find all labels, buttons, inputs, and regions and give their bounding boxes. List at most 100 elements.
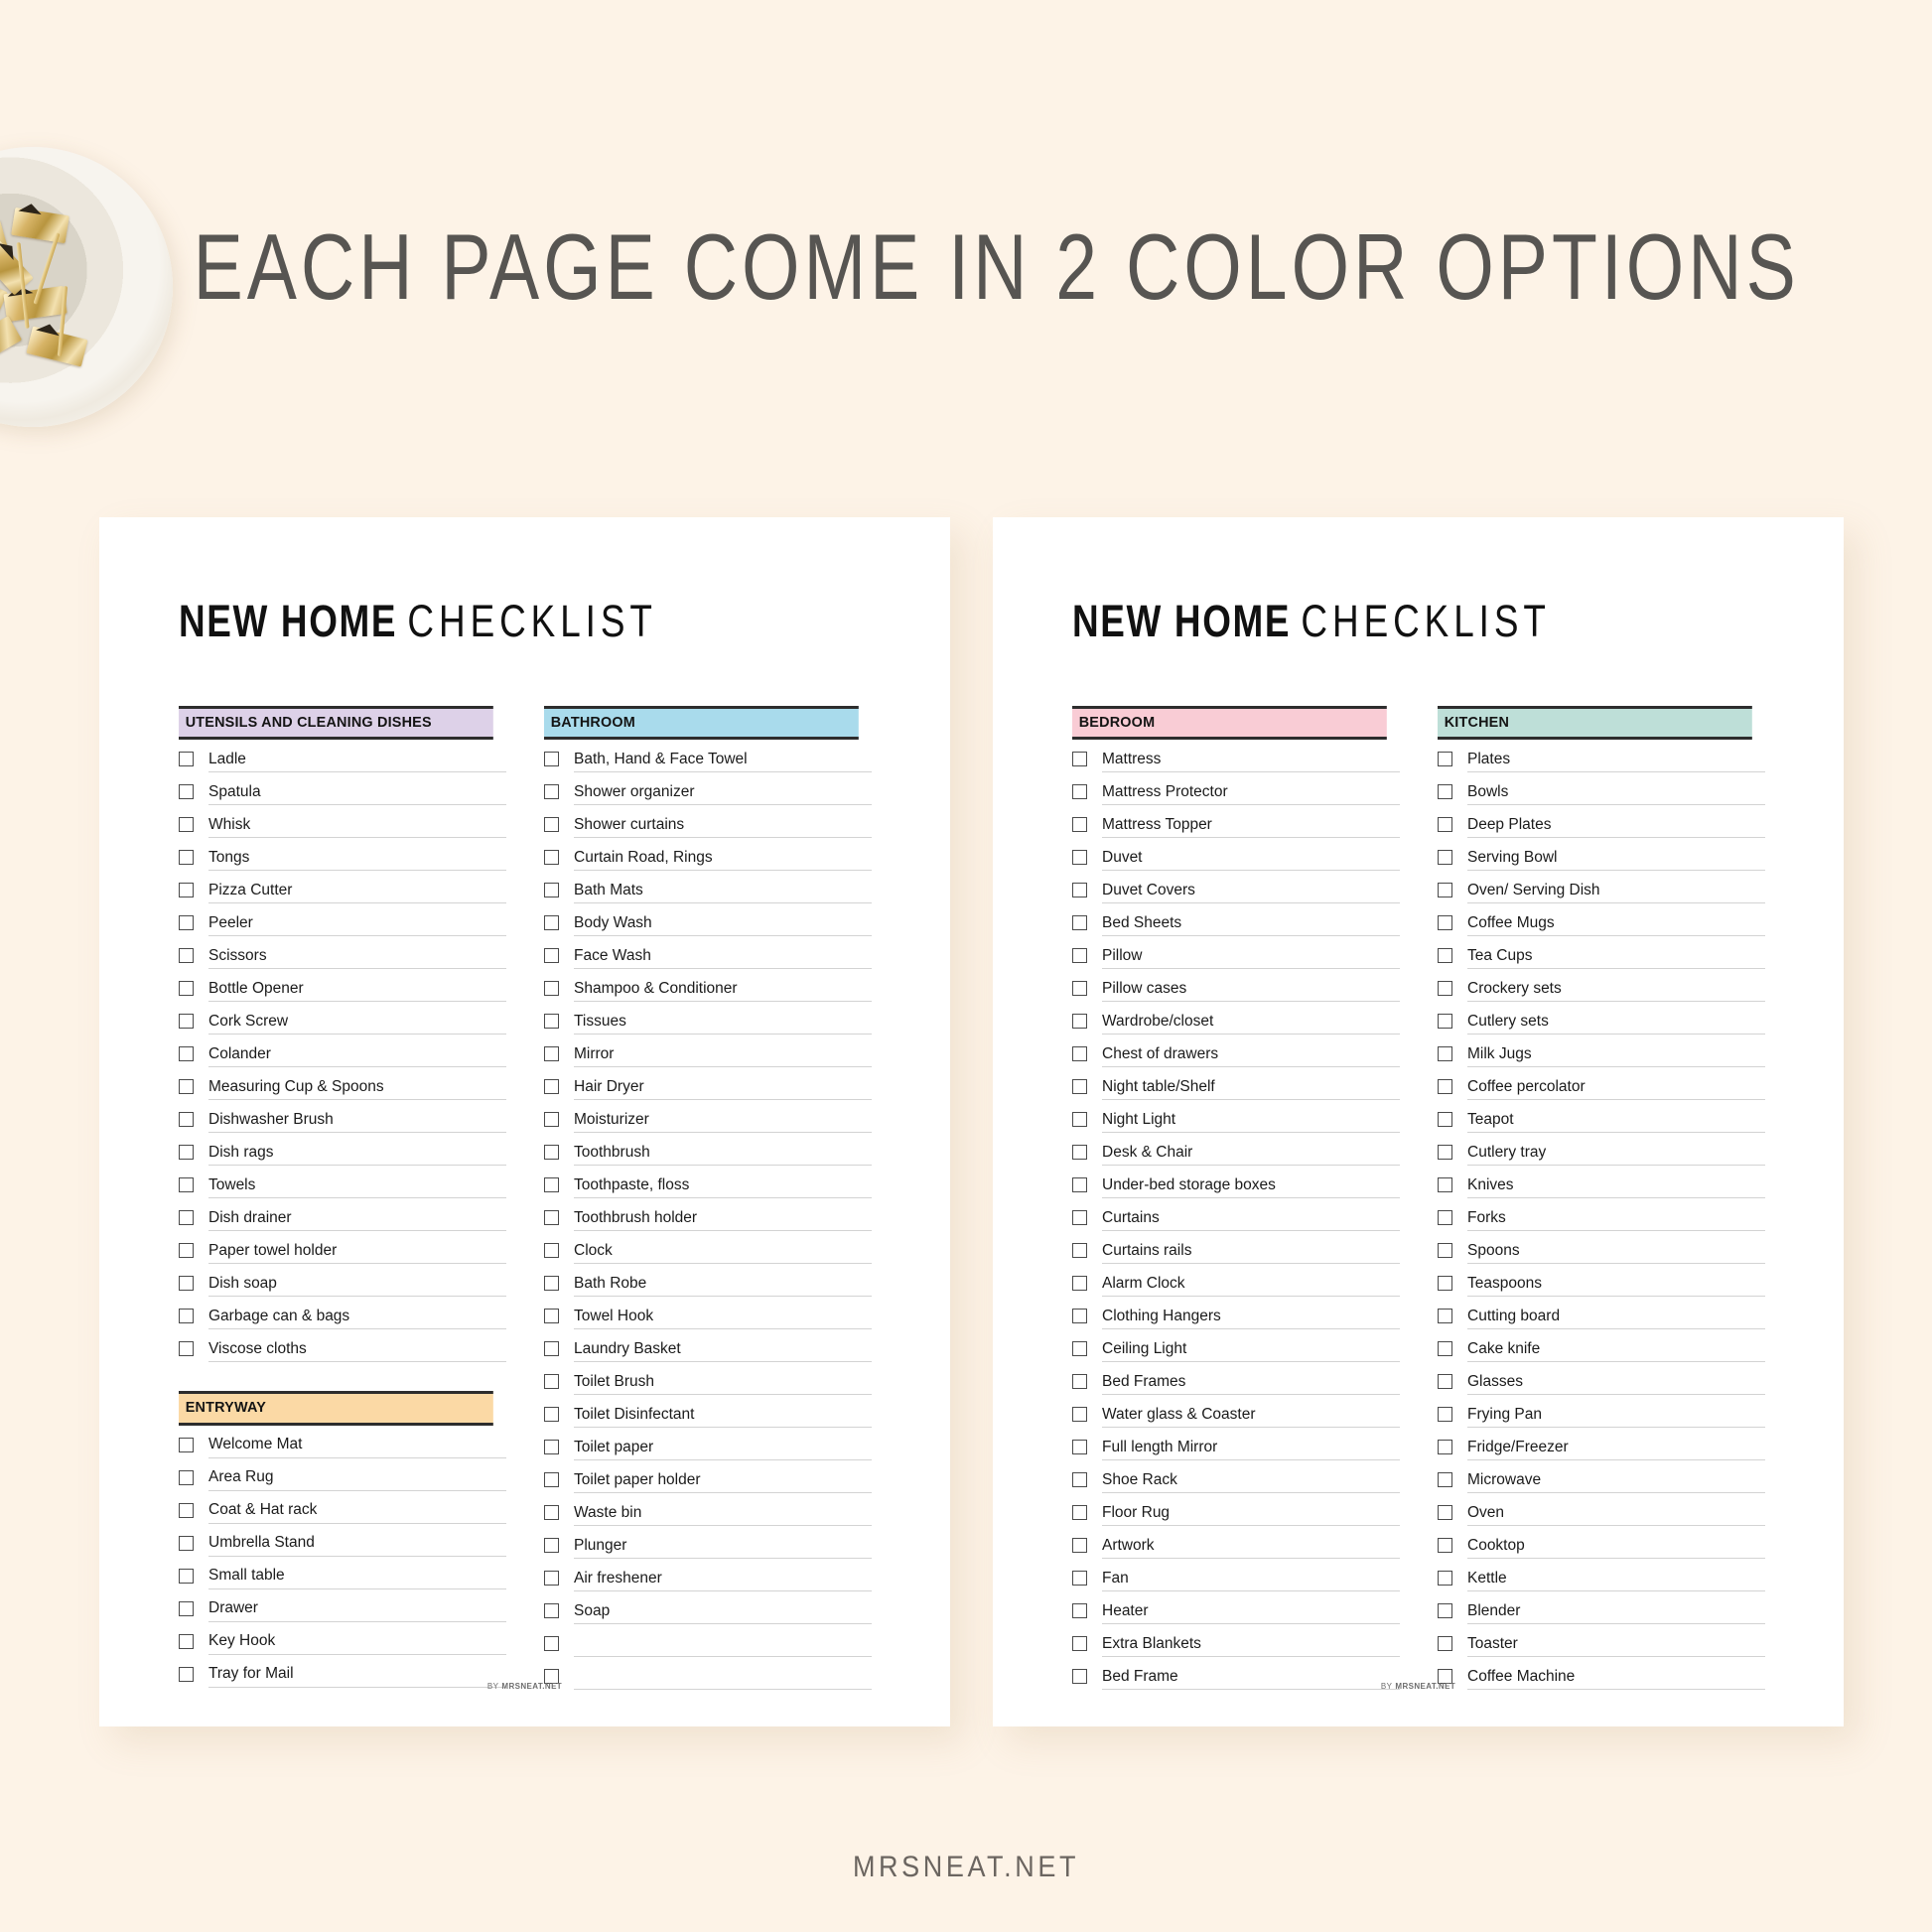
checkbox-icon[interactable]: [544, 1046, 559, 1062]
checkbox-icon[interactable]: [544, 1571, 559, 1587]
checkbox-icon[interactable]: [544, 1014, 559, 1030]
checkbox-icon[interactable]: [544, 1407, 559, 1423]
checklist-row[interactable]: Chest of drawers: [1072, 1035, 1400, 1068]
checklist-row[interactable]: Full length Mirror: [1072, 1428, 1400, 1461]
checklist-row[interactable]: Toothpaste, floss: [544, 1166, 872, 1199]
checklist-row[interactable]: Whisk: [179, 805, 506, 839]
checkbox-icon[interactable]: [179, 1112, 194, 1128]
checkbox-icon[interactable]: [544, 1472, 559, 1488]
checklist-row[interactable]: Extra Blankets: [1072, 1624, 1400, 1658]
checkbox-icon[interactable]: [179, 1633, 194, 1649]
checklist-row[interactable]: Wardrobe/closet: [1072, 1002, 1400, 1035]
checklist-row[interactable]: Soap: [544, 1591, 872, 1625]
checkbox-icon[interactable]: [1072, 1309, 1087, 1324]
checklist-row[interactable]: Moisturizer: [544, 1100, 872, 1134]
checklist-row[interactable]: Towels: [179, 1166, 506, 1199]
checkbox-icon[interactable]: [179, 1309, 194, 1324]
checklist-row[interactable]: Air freshener: [544, 1559, 872, 1592]
checkbox-icon[interactable]: [179, 1145, 194, 1161]
checkbox-icon[interactable]: [1072, 1079, 1087, 1095]
checklist-row[interactable]: Toothbrush holder: [544, 1198, 872, 1232]
checkbox-icon[interactable]: [1438, 752, 1452, 767]
checkbox-icon[interactable]: [1072, 1407, 1087, 1423]
checkbox-icon[interactable]: [544, 752, 559, 767]
checklist-row[interactable]: Dish rags: [179, 1133, 506, 1167]
checkbox-icon[interactable]: [544, 1603, 559, 1619]
checklist-row[interactable]: Tissues: [544, 1002, 872, 1035]
checklist-row[interactable]: [544, 1624, 872, 1658]
checkbox-icon[interactable]: [1438, 784, 1452, 800]
checklist-row[interactable]: Serving Bowl: [1438, 838, 1765, 872]
checkbox-icon[interactable]: [179, 1243, 194, 1259]
checklist-row[interactable]: Bath Mats: [544, 871, 872, 904]
checklist-row[interactable]: Mattress: [1072, 740, 1400, 773]
checkbox-icon[interactable]: [1438, 1538, 1452, 1554]
checklist-row[interactable]: Frying Pan: [1438, 1395, 1765, 1429]
checklist-row[interactable]: Peeler: [179, 903, 506, 937]
checklist-row[interactable]: Area Rug: [179, 1458, 506, 1491]
checkbox-icon[interactable]: [1438, 1636, 1452, 1652]
checklist-row[interactable]: Cork Screw: [179, 1002, 506, 1035]
checklist-row[interactable]: Coffee Mugs: [1438, 903, 1765, 937]
checklist-row[interactable]: Plunger: [544, 1526, 872, 1560]
checklist-row[interactable]: Scissors: [179, 936, 506, 970]
checkbox-icon[interactable]: [179, 883, 194, 898]
checklist-row[interactable]: Clothing Hangers: [1072, 1297, 1400, 1330]
checkbox-icon[interactable]: [1072, 1636, 1087, 1652]
checklist-row[interactable]: Ladle: [179, 740, 506, 773]
checklist-row[interactable]: Pillow: [1072, 936, 1400, 970]
checklist-row[interactable]: Desk & Chair: [1072, 1133, 1400, 1167]
checkbox-icon[interactable]: [544, 948, 559, 964]
checklist-row[interactable]: Curtains: [1072, 1198, 1400, 1232]
checkbox-icon[interactable]: [544, 850, 559, 866]
checkbox-icon[interactable]: [544, 1210, 559, 1226]
checklist-row[interactable]: Shower organizer: [544, 772, 872, 806]
checklist-row[interactable]: Bottle Opener: [179, 969, 506, 1003]
checkbox-icon[interactable]: [179, 1014, 194, 1030]
checklist-row[interactable]: Spoons: [1438, 1231, 1765, 1265]
checklist-row[interactable]: Knives: [1438, 1166, 1765, 1199]
checkbox-icon[interactable]: [1072, 1505, 1087, 1521]
checklist-row[interactable]: Forks: [1438, 1198, 1765, 1232]
checkbox-icon[interactable]: [1072, 1374, 1087, 1390]
checkbox-icon[interactable]: [1438, 1079, 1452, 1095]
checklist-row[interactable]: Tea Cups: [1438, 936, 1765, 970]
checklist-row[interactable]: Cooktop: [1438, 1526, 1765, 1560]
checklist-row[interactable]: Small table: [179, 1557, 506, 1589]
checkbox-icon[interactable]: [1072, 1276, 1087, 1292]
checkbox-icon[interactable]: [544, 1341, 559, 1357]
checklist-row[interactable]: Colander: [179, 1035, 506, 1068]
checkbox-icon[interactable]: [1072, 1112, 1087, 1128]
checkbox-icon[interactable]: [544, 1636, 559, 1652]
checklist-row[interactable]: Kettle: [1438, 1559, 1765, 1592]
checklist-row[interactable]: Bed Sheets: [1072, 903, 1400, 937]
checklist-row[interactable]: Shower curtains: [544, 805, 872, 839]
checklist-row[interactable]: Water glass & Coaster: [1072, 1395, 1400, 1429]
checklist-row[interactable]: Oven/ Serving Dish: [1438, 871, 1765, 904]
checkbox-icon[interactable]: [1072, 981, 1087, 997]
checkbox-icon[interactable]: [1438, 1112, 1452, 1128]
checkbox-icon[interactable]: [1438, 915, 1452, 931]
checklist-row[interactable]: Night table/Shelf: [1072, 1067, 1400, 1101]
checklist-row[interactable]: Toilet paper: [544, 1428, 872, 1461]
checkbox-icon[interactable]: [1072, 1603, 1087, 1619]
checkbox-icon[interactable]: [544, 1243, 559, 1259]
checklist-row[interactable]: Garbage can & bags: [179, 1297, 506, 1330]
checkbox-icon[interactable]: [544, 1440, 559, 1455]
checklist-row[interactable]: Towel Hook: [544, 1297, 872, 1330]
checkbox-icon[interactable]: [1072, 850, 1087, 866]
checklist-row[interactable]: Crockery sets: [1438, 969, 1765, 1003]
checklist-row[interactable]: Under-bed storage boxes: [1072, 1166, 1400, 1199]
checklist-row[interactable]: Artwork: [1072, 1526, 1400, 1560]
checklist-row[interactable]: Floor Rug: [1072, 1493, 1400, 1527]
checklist-row[interactable]: Bed Frames: [1072, 1362, 1400, 1396]
checklist-row[interactable]: Coffee percolator: [1438, 1067, 1765, 1101]
checkbox-icon[interactable]: [1072, 883, 1087, 898]
checklist-row[interactable]: Blender: [1438, 1591, 1765, 1625]
checklist-row[interactable]: Body Wash: [544, 903, 872, 937]
checkbox-icon[interactable]: [1438, 1472, 1452, 1488]
checkbox-icon[interactable]: [1438, 1046, 1452, 1062]
checkbox-icon[interactable]: [1438, 883, 1452, 898]
checklist-row[interactable]: Paper towel holder: [179, 1231, 506, 1265]
checklist-row[interactable]: Shoe Rack: [1072, 1460, 1400, 1494]
